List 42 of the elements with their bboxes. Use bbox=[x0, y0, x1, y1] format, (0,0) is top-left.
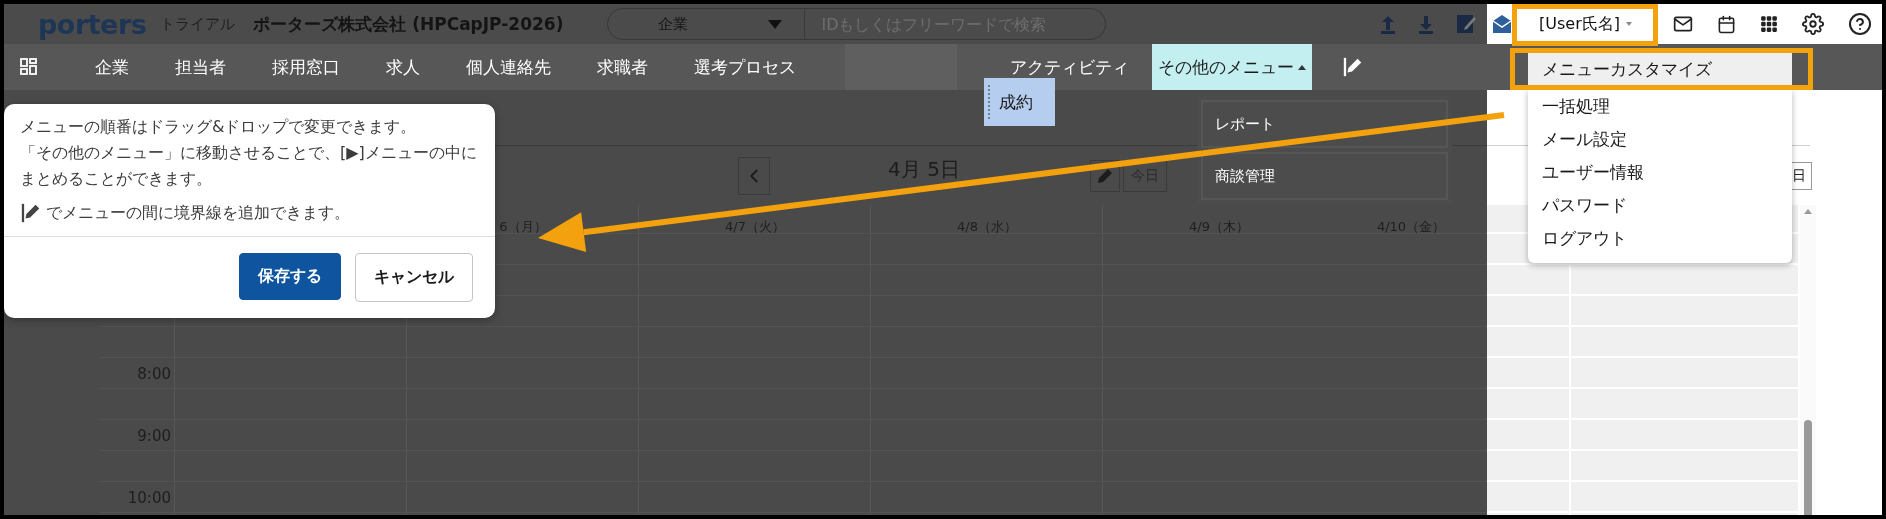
caret-icon bbox=[1298, 64, 1306, 70]
user-menu-button[interactable]: [User氏名] bbox=[1535, 9, 1636, 39]
settings-icon[interactable] bbox=[1802, 13, 1824, 35]
menu-item[interactable]: メール設定 bbox=[1528, 123, 1792, 156]
help-text: 「その他のメニュー」に移動させることで、[▶]メニューの中にまとめることができます。 bbox=[20, 142, 478, 190]
dragged-menu-item[interactable]: 成約 bbox=[984, 78, 1055, 126]
nav-link[interactable]: 個人連絡先 bbox=[443, 44, 574, 90]
edit-button[interactable] bbox=[1090, 159, 1120, 192]
dashboard-icon[interactable] bbox=[20, 58, 38, 76]
pencil-icon bbox=[1098, 168, 1112, 183]
dropdown-item[interactable]: レポート bbox=[1201, 100, 1448, 148]
mail-icon[interactable] bbox=[1673, 14, 1693, 34]
caret-icon bbox=[768, 19, 783, 29]
nav-link[interactable]: 採用窓口 bbox=[249, 44, 363, 90]
cancel-button[interactable]: キャンセル bbox=[355, 253, 473, 302]
dropdown-item[interactable]: 商談管理 bbox=[1201, 152, 1448, 200]
help-icon[interactable] bbox=[1848, 12, 1872, 36]
divider-pencil-icon bbox=[20, 202, 42, 224]
envelope-icon[interactable] bbox=[1491, 13, 1513, 35]
save-button[interactable]: 保存する bbox=[239, 253, 341, 300]
drag-handle-icon bbox=[988, 85, 991, 119]
scrollbar-thumb[interactable] bbox=[1804, 420, 1812, 515]
nav-link[interactable]: 求人 bbox=[363, 44, 443, 90]
calendar-icon[interactable] bbox=[1717, 14, 1736, 34]
menu-item[interactable]: ユーザー情報 bbox=[1528, 156, 1792, 189]
apps-icon[interactable] bbox=[1760, 15, 1778, 33]
help-text: メニューの順番はドラッグ&ドロップで変更できます。 bbox=[20, 116, 418, 138]
menu-item[interactable]: ログアウト bbox=[1528, 222, 1792, 255]
scroll-up-icon[interactable] bbox=[1804, 209, 1812, 214]
help-text: でメニューの間に境界線を追加できます。 bbox=[46, 202, 350, 224]
nav-link[interactable]: 企業 bbox=[72, 44, 152, 90]
menu-item-label: 成約 bbox=[999, 90, 1033, 114]
notebook-icon[interactable] bbox=[1455, 13, 1477, 35]
menu-item[interactable]: 一括処理 bbox=[1528, 90, 1792, 123]
nav-link[interactable]: 担当者 bbox=[152, 44, 249, 90]
caret-icon bbox=[1625, 22, 1632, 26]
menu-item[interactable]: パスワード bbox=[1528, 189, 1792, 222]
nav-link[interactable]: 求職者 bbox=[574, 44, 671, 90]
menu-item[interactable]: メニューカスタマイズ bbox=[1528, 53, 1792, 85]
add-divider-icon[interactable] bbox=[1342, 56, 1364, 78]
nav-link[interactable]: 選考プロセス bbox=[671, 44, 819, 90]
more-menu-tab[interactable]: その他のメニュー bbox=[1152, 44, 1312, 90]
